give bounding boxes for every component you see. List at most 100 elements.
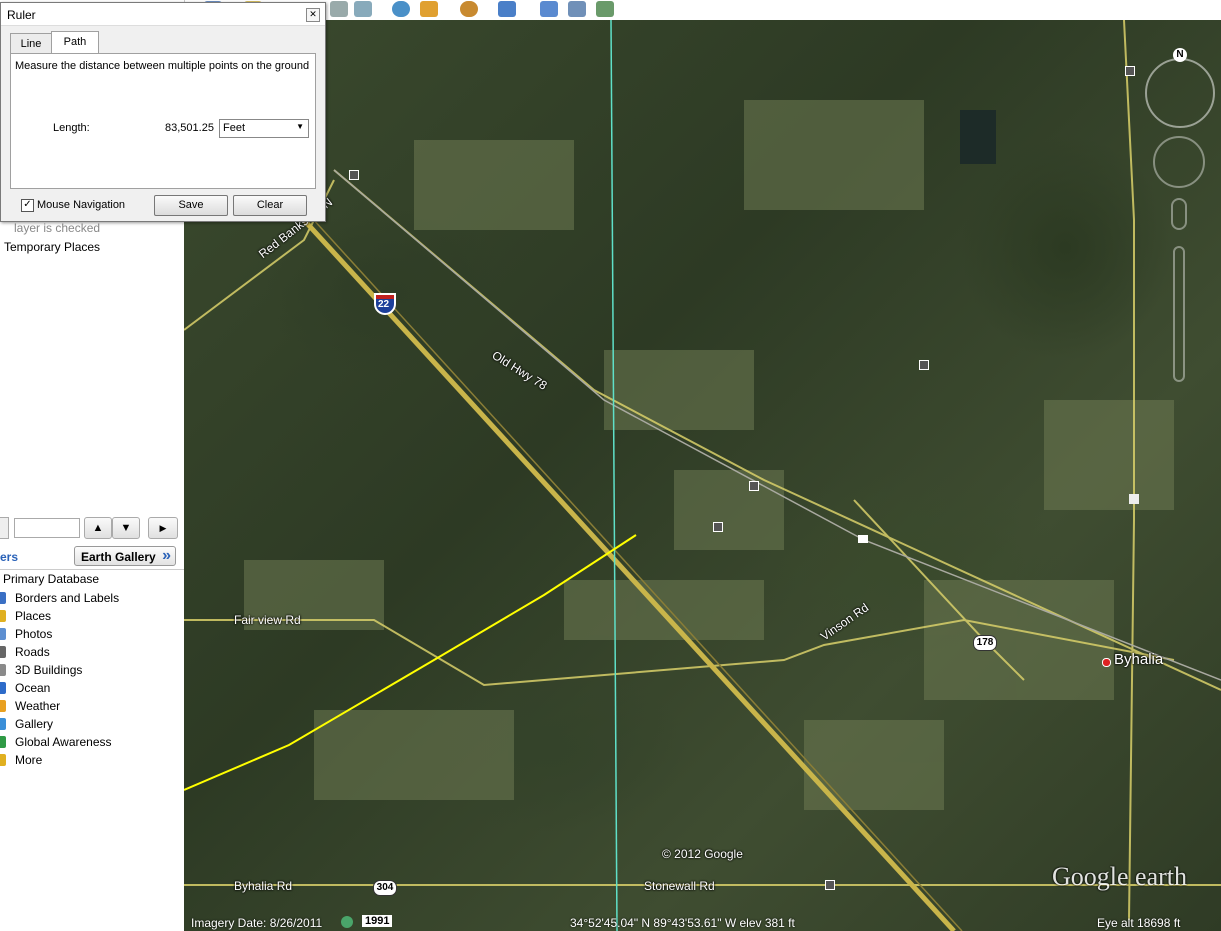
nav-left-edge <box>0 517 9 539</box>
weather-icon <box>0 700 6 712</box>
earth-gallery-label: Earth Gallery <box>81 550 156 564</box>
street-view-icon[interactable] <box>1171 198 1187 230</box>
layer-item-label: Roads <box>15 645 50 659</box>
view-in-maps-icon[interactable] <box>596 1 614 17</box>
building-marker-icon[interactable] <box>1129 494 1139 504</box>
more-icon <box>0 754 6 766</box>
sr-304-shield-icon: 304 <box>373 880 397 896</box>
sunlight-icon[interactable] <box>420 1 438 17</box>
copyright-text: © 2012 Google <box>662 847 743 861</box>
buildings-icon <box>0 664 6 676</box>
tab-line[interactable]: Line <box>10 33 52 54</box>
road-label-byhalia-rd: Byhalia Rd <box>234 879 293 893</box>
layer-item-label: 3D Buildings <box>15 663 83 677</box>
layer-item[interactable]: Places <box>0 608 184 626</box>
tab-path[interactable]: Path <box>51 31 99 55</box>
map-marker-icon[interactable] <box>749 481 759 491</box>
historical-clock-icon[interactable] <box>341 916 353 928</box>
move-down-button[interactable]: ▼ <box>112 517 140 539</box>
navigation-controls[interactable]: N <box>1141 48 1221 398</box>
road-label-fairview: Fair view Rd <box>234 613 301 627</box>
temporary-places-item[interactable]: Temporary Places <box>4 240 100 254</box>
place-label-byhalia[interactable]: Byhalia <box>1114 651 1163 668</box>
layer-item[interactable]: Ocean <box>0 680 184 698</box>
ruler-icon[interactable] <box>498 1 516 17</box>
layer-item[interactable]: More <box>0 752 184 770</box>
length-label: Length: <box>53 122 90 134</box>
zoom-slider[interactable] <box>1173 246 1185 382</box>
compass-n-label: N <box>1173 48 1187 62</box>
layer-item-label: Borders and Labels <box>15 591 120 605</box>
imagery-date: Imagery Date: 8/26/2011 <box>191 916 323 930</box>
layer-item[interactable]: Weather <box>0 698 184 716</box>
google-earth-logo: Google earth <box>1052 862 1188 891</box>
move-joystick[interactable] <box>1153 136 1205 188</box>
print-icon[interactable] <box>568 1 586 17</box>
mouse-navigation-label: Mouse Navigation <box>37 199 126 211</box>
layer-item-label: Ocean <box>15 681 51 695</box>
map-marker-icon[interactable] <box>919 360 929 370</box>
layer-item[interactable]: Photos <box>0 626 184 644</box>
road-label-stonewall: Stonewall Rd <box>644 879 715 893</box>
unit-select[interactable]: Feet ▼ <box>219 119 309 138</box>
clear-button[interactable]: Clear <box>233 195 307 216</box>
save-button[interactable]: Save <box>154 195 228 216</box>
path-tool-icon[interactable] <box>330 1 348 17</box>
length-value: 83,501.25 <box>165 122 214 134</box>
look-joystick[interactable] <box>1145 58 1215 128</box>
layer-item-label: Global Awareness <box>15 735 112 749</box>
eye-altitude: Eye alt 18698 ft <box>1097 916 1181 930</box>
place-dot-icon <box>1102 658 1111 667</box>
pond <box>960 110 996 164</box>
layers-header: ers Earth Gallery » <box>0 545 184 570</box>
historical-imagery-icon[interactable] <box>392 1 410 17</box>
us-178-shield-icon: 178 <box>973 635 997 651</box>
interstate-shield-icon: 22 <box>374 293 396 315</box>
ocean-icon <box>0 682 6 694</box>
map-view[interactable]: Red Banks Rd N Old Hwy 78 Fair view Rd V… <box>184 20 1221 931</box>
layer-item[interactable]: Borders and Labels <box>0 590 184 608</box>
photos-icon <box>0 628 6 640</box>
cursor-coordinates: 34°52'45.04" N 89°43'53.61" W elev 381 f… <box>570 916 795 930</box>
places-search-input[interactable] <box>14 518 80 538</box>
earth-gallery-button[interactable]: Earth Gallery » <box>74 546 176 566</box>
layer-item-label: Places <box>15 609 52 623</box>
layer-item[interactable]: Roads <box>0 644 184 662</box>
ruler-panel: Measure the distance between multiple po… <box>10 53 316 189</box>
roads-icon <box>0 646 6 658</box>
toolbar <box>184 0 1221 21</box>
map-overlay <box>184 20 1221 931</box>
layer-item-label: Gallery <box>15 717 54 731</box>
primary-database-item[interactable]: Primary Database <box>3 572 99 586</box>
mouse-navigation-checkbox[interactable]: ✓ <box>21 199 34 212</box>
places-icon <box>0 610 6 622</box>
school-marker-icon[interactable] <box>858 535 868 543</box>
layers-header-label: ers <box>0 550 19 564</box>
map-marker-icon[interactable] <box>825 880 835 890</box>
meridian-line <box>610 20 618 931</box>
globe-icon <box>0 736 6 748</box>
layer-item[interactable]: Gallery <box>0 716 184 734</box>
move-up-button[interactable]: ▲ <box>84 517 112 539</box>
close-icon[interactable]: ✕ <box>306 8 320 22</box>
map-marker-icon[interactable] <box>713 522 723 532</box>
chevron-down-icon: ▼ <box>296 122 304 131</box>
gallery-icon <box>0 718 6 730</box>
layer-item[interactable]: Global Awareness <box>0 734 184 752</box>
layer-item-label: More <box>15 753 43 767</box>
email-icon[interactable] <box>540 1 558 17</box>
expand-panel-button[interactable]: ▶ <box>148 517 178 539</box>
ruler-dialog: Ruler ✕ Line Path Measure the distance b… <box>0 2 326 222</box>
map-marker-icon[interactable] <box>349 170 359 180</box>
chevron-right-icon: » <box>162 547 171 564</box>
map-marker-icon[interactable] <box>1125 66 1135 76</box>
layer-item[interactable]: 3D Buildings <box>0 662 184 680</box>
unit-value: Feet <box>223 122 246 134</box>
overlay-tool-icon[interactable] <box>354 1 372 17</box>
ruler-title: Ruler <box>7 8 36 22</box>
ruler-titlebar[interactable]: Ruler ✕ <box>1 3 325 26</box>
places-nav-bar: ▲ ▼ ▶ <box>0 514 184 540</box>
clearings <box>244 100 1174 810</box>
planet-icon[interactable] <box>460 1 478 17</box>
borders-icon <box>0 592 6 604</box>
